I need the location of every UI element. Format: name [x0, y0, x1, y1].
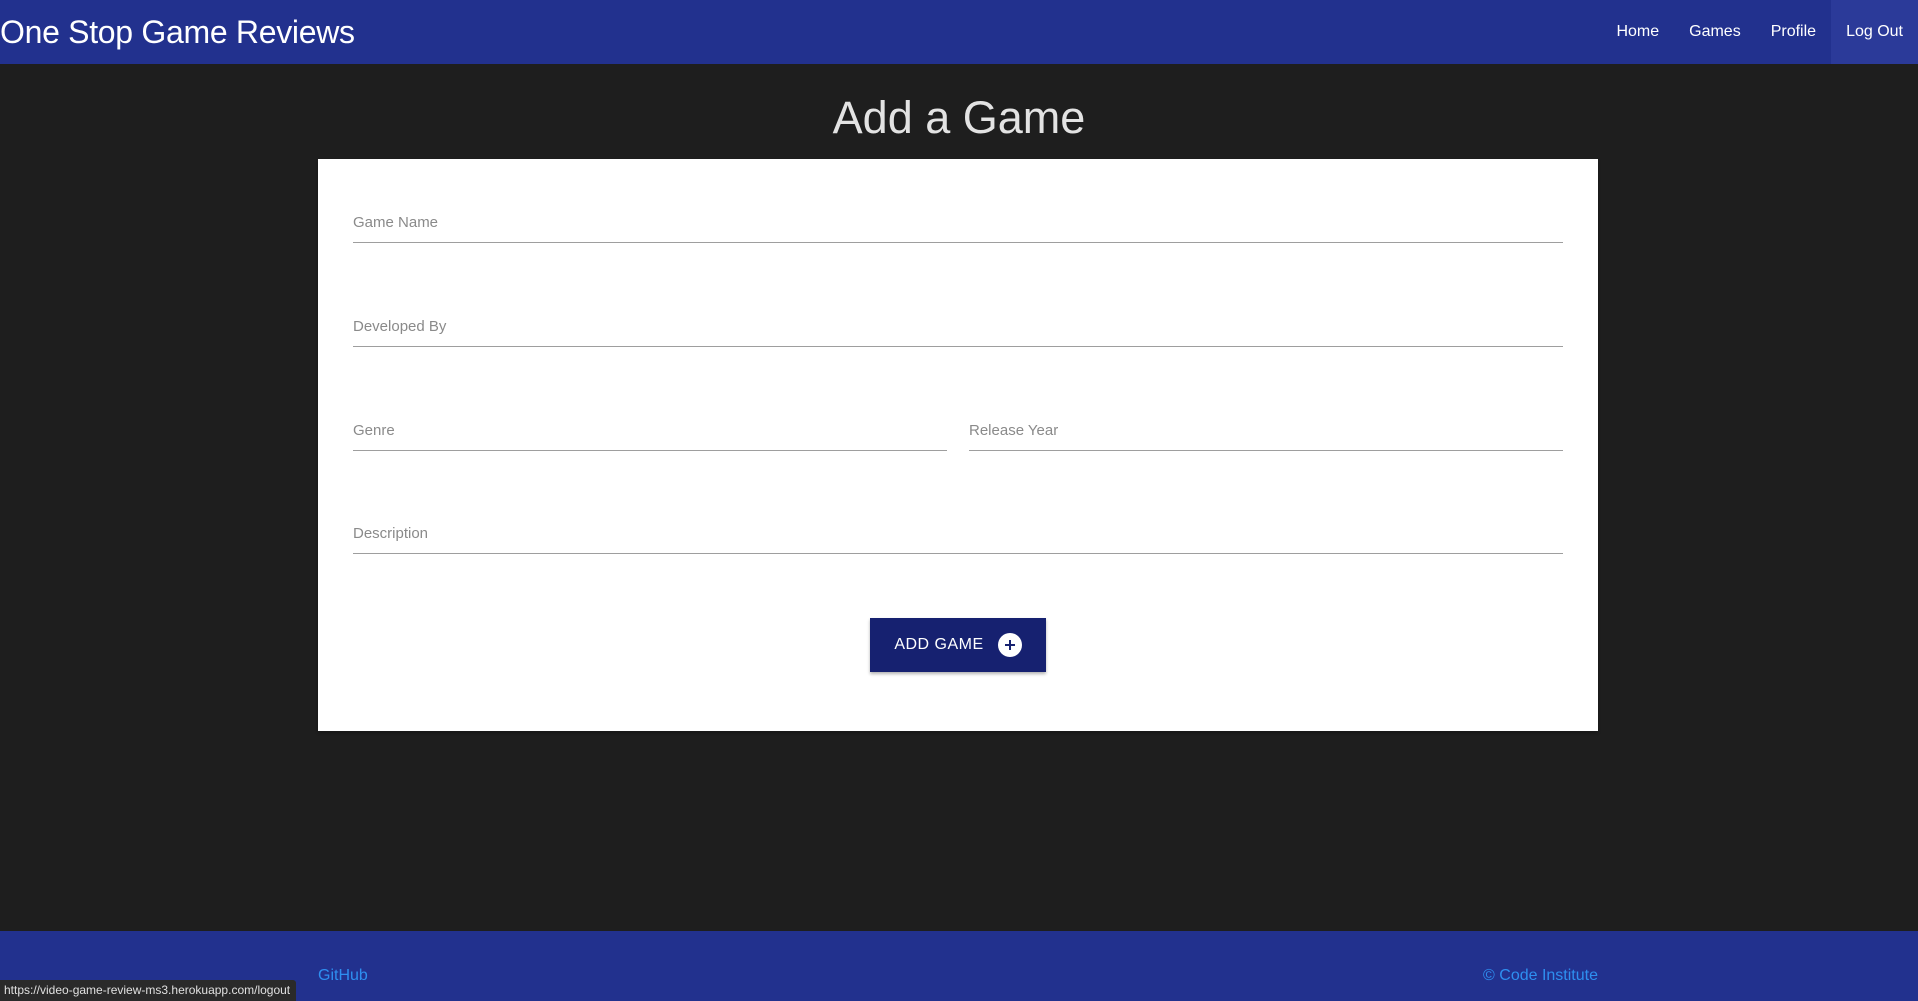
- nav-link-games[interactable]: Games: [1674, 0, 1756, 64]
- nav-link-home[interactable]: Home: [1601, 0, 1674, 64]
- game-name-field: [353, 203, 1563, 243]
- release-year-input[interactable]: [969, 411, 1563, 451]
- developed-by-input[interactable]: [353, 307, 1563, 347]
- genre-input[interactable]: [353, 411, 947, 451]
- nav-link-log-out[interactable]: Log Out: [1831, 0, 1918, 64]
- nav-links: Home Games Profile Log Out: [1601, 0, 1918, 64]
- developed-by-field: [353, 307, 1563, 347]
- plus-circle-icon: [997, 633, 1022, 657]
- add-game-button-label: ADD GAME: [894, 636, 984, 653]
- release-year-field: [969, 411, 1563, 451]
- footer-copyright-link[interactable]: © Code Institute: [1483, 967, 1598, 985]
- description-field: [353, 514, 1563, 554]
- footer-github-link[interactable]: GitHub: [318, 967, 368, 985]
- browser-status-url: https://video-game-review-ms3.herokuapp.…: [0, 980, 297, 1001]
- navbar: One Stop Game Reviews Home Games Profile…: [0, 0, 1918, 64]
- genre-field: [353, 411, 947, 451]
- add-game-form-card: ADD GAME: [318, 159, 1598, 731]
- add-game-button[interactable]: ADD GAME: [870, 618, 1046, 672]
- description-input[interactable]: [353, 514, 1563, 554]
- page-title: Add a Game: [832, 92, 1086, 143]
- nav-link-profile[interactable]: Profile: [1756, 0, 1831, 64]
- game-name-input[interactable]: [353, 203, 1563, 243]
- brand-logo-link[interactable]: One Stop Game Reviews: [0, 0, 355, 64]
